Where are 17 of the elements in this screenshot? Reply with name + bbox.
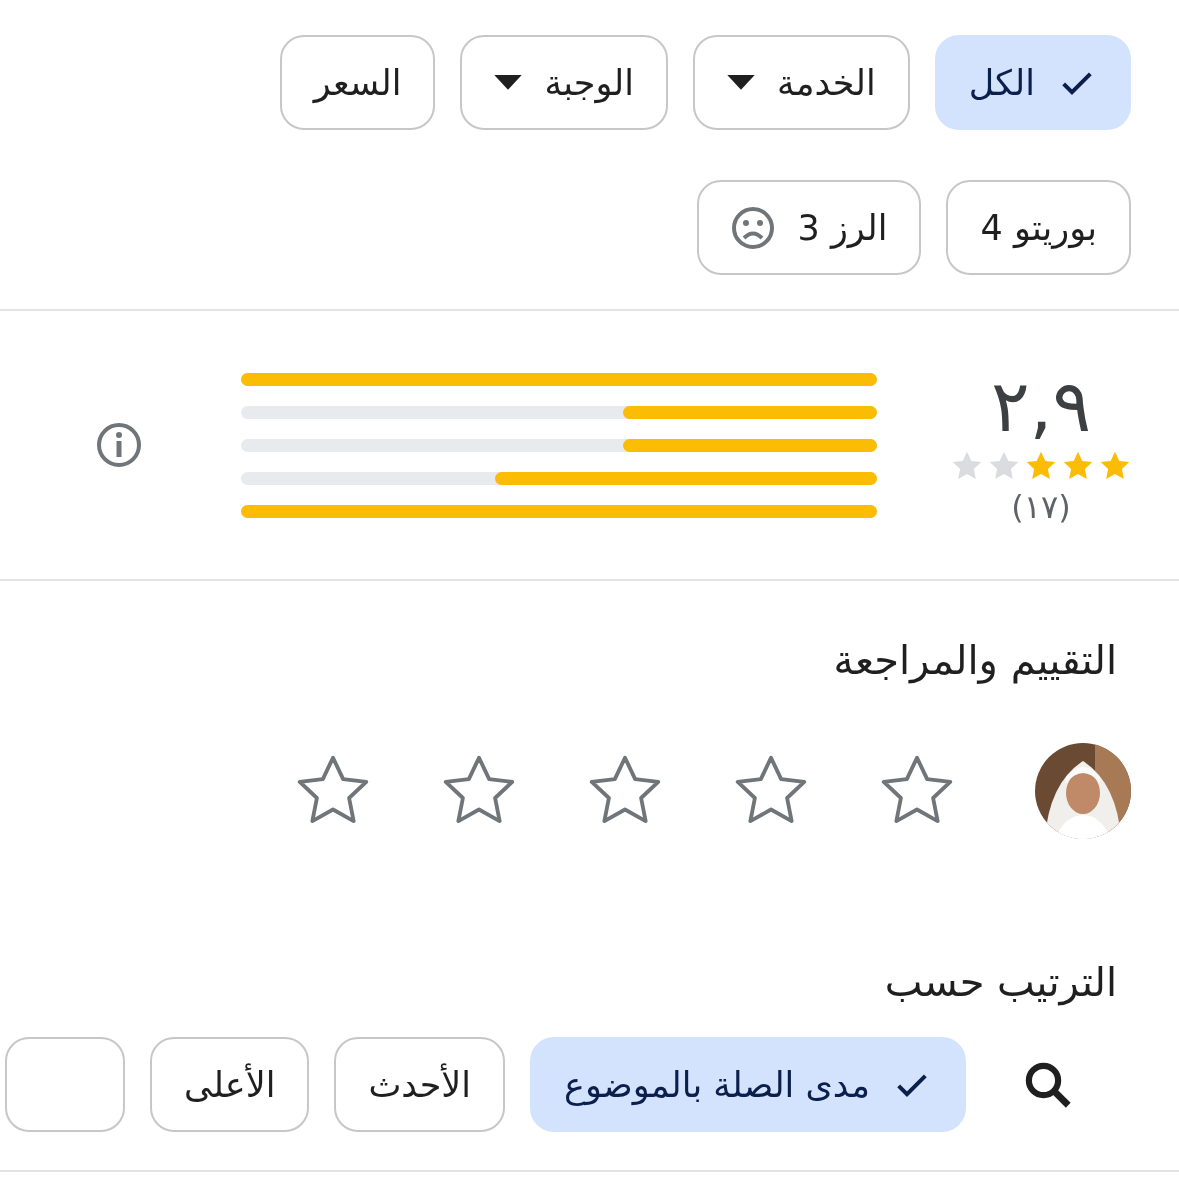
caret-icon [726, 74, 755, 91]
info-icon[interactable] [95, 421, 143, 469]
caret-icon [494, 74, 523, 91]
filter-chip[interactable]: السعر [279, 35, 436, 130]
sort-chip[interactable]: الأحدث [334, 1037, 506, 1132]
section-title: التقييم والمراجعة [832, 636, 1118, 685]
sad-face-icon [731, 205, 776, 250]
review-count: (١٧) [1011, 488, 1071, 526]
sort-chip[interactable]: الأعلى [150, 1037, 310, 1132]
section-title: الترتيب حسب [883, 958, 1118, 1007]
filter-chip[interactable]: الكل [934, 35, 1131, 130]
filter-chip[interactable]: الوجبة [460, 35, 668, 130]
topic-chip[interactable]: بوريتو 4 [946, 180, 1131, 275]
sort-chip[interactable]: مدى الصلة بالموضوع [530, 1037, 966, 1132]
filter-chip[interactable]: الخدمة [692, 35, 910, 130]
topic-chip[interactable]: الرز 3 [697, 180, 922, 275]
average-score: ٢,٩ [990, 364, 1092, 448]
